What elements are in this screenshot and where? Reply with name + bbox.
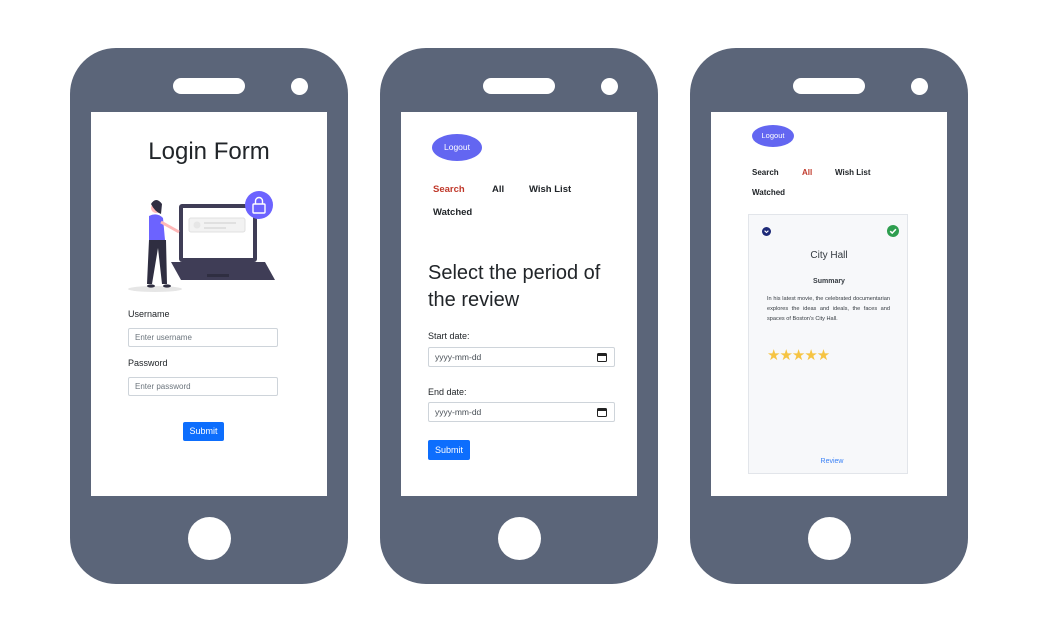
username-label: Username (128, 309, 170, 319)
chevron-down-icon[interactable] (762, 227, 771, 236)
period-screen: Logout Search All Wish List Watched Sele… (401, 112, 637, 496)
nav-wish-list[interactable]: Wish List (835, 168, 870, 177)
nav-watched[interactable]: Watched (433, 207, 472, 218)
movie-description: In his latest movie, the celebrated docu… (767, 296, 890, 322)
movie-title: City Hall (810, 250, 848, 261)
phone-period: Logout Search All Wish List Watched Sele… (380, 48, 658, 584)
phone-camera (291, 78, 308, 95)
phone-login: Login Form Username Enter username Passw… (70, 48, 348, 584)
review-link[interactable]: Review (749, 458, 915, 465)
phone-speaker (793, 78, 865, 94)
calendar-icon[interactable] (597, 407, 607, 417)
submit-button[interactable]: Submit (428, 440, 470, 460)
logout-button[interactable]: Logout (752, 125, 794, 147)
phone-movie-list: Logout Search All Wish List Watched City… (690, 48, 968, 584)
page-title: Login Form (148, 138, 270, 165)
password-label: Password (128, 358, 168, 368)
nav-wish-list[interactable]: Wish List (529, 184, 571, 195)
start-date-input[interactable]: yyyy-mm-dd (428, 347, 615, 367)
end-date-value: yyyy-mm-dd (435, 407, 482, 417)
nav-search[interactable]: Search (752, 168, 779, 177)
phone-home-button (808, 517, 851, 560)
nav-watched[interactable]: Watched (752, 188, 785, 197)
nav-search[interactable]: Search (433, 184, 465, 195)
phone-speaker (173, 78, 245, 94)
end-date-label: End date: (428, 387, 467, 397)
submit-button[interactable]: Submit (183, 422, 224, 441)
start-date-label: Start date: (428, 331, 470, 341)
login-illustration (128, 191, 275, 292)
star-rating: ★★★★★ (767, 347, 830, 364)
end-date-input[interactable]: yyyy-mm-dd (428, 402, 615, 422)
username-input[interactable]: Enter username (128, 328, 278, 347)
nav-all[interactable]: All (492, 184, 504, 195)
nav-all[interactable]: All (802, 168, 812, 177)
login-screen: Login Form Username Enter username Passw… (91, 112, 327, 496)
password-input[interactable]: Enter password (128, 377, 278, 396)
movie-card: City Hall Summary In his latest movie, t… (748, 214, 908, 474)
start-date-value: yyyy-mm-dd (435, 352, 482, 362)
phone-camera (601, 78, 618, 95)
period-heading: Select the period of the review (428, 262, 601, 311)
summary-heading: Summary (813, 278, 845, 285)
phone-speaker (483, 78, 555, 94)
calendar-icon[interactable] (597, 352, 607, 362)
phone-home-button (498, 517, 541, 560)
phone-home-button (188, 517, 231, 560)
movie-screen: Logout Search All Wish List Watched City… (711, 112, 947, 496)
logout-button[interactable]: Logout (432, 134, 482, 161)
check-circle-icon[interactable] (887, 225, 899, 237)
phone-camera (911, 78, 928, 95)
